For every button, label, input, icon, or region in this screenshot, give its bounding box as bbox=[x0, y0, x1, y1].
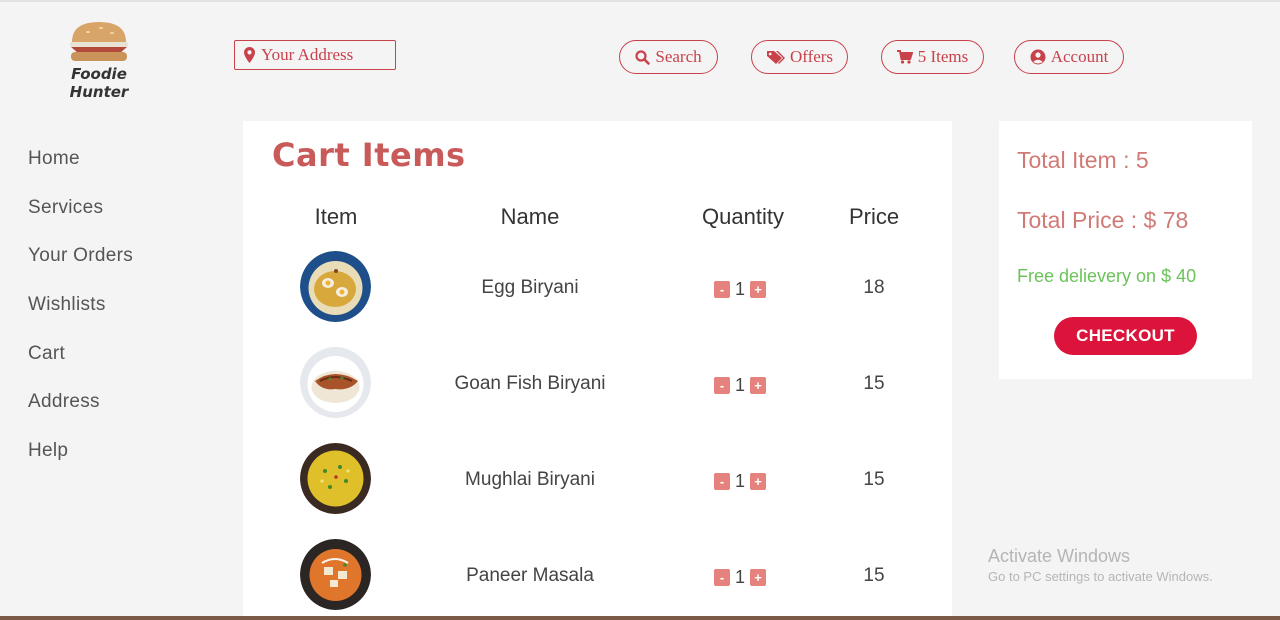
search-label: Search bbox=[655, 47, 702, 66]
quantity-stepper: - 1 + bbox=[714, 567, 766, 588]
item-name: Mughlai Biryani bbox=[465, 469, 595, 490]
item-price: 15 bbox=[863, 373, 885, 394]
item-price: 15 bbox=[863, 565, 885, 586]
goan-fish-biryani-image bbox=[300, 347, 371, 418]
account-button[interactable]: Account bbox=[1014, 40, 1124, 74]
order-summary: Total Item : 5 Total Price : $ 78 Free d… bbox=[999, 121, 1252, 379]
sidebar-item-home[interactable]: Home bbox=[28, 146, 133, 195]
quantity-value: 1 bbox=[734, 375, 745, 395]
sandwich-icon bbox=[70, 22, 128, 61]
increase-quantity-button[interactable]: + bbox=[750, 281, 766, 298]
account-label: Account bbox=[1050, 47, 1109, 66]
total-items: Total Item : 5 bbox=[1017, 147, 1149, 173]
item-name: Goan Fish Biryani bbox=[454, 373, 606, 394]
cart-icon bbox=[896, 50, 913, 64]
offers-label: Offers bbox=[789, 47, 834, 66]
egg-biryani-image bbox=[300, 251, 371, 322]
decrease-quantity-button[interactable]: - bbox=[714, 569, 730, 586]
cart-items-label: 5 Items bbox=[917, 47, 969, 66]
activate-windows-subtitle: Go to PC settings to activate Windows. bbox=[988, 569, 1213, 584]
quantity-value: 1 bbox=[734, 279, 745, 299]
cart-row: Goan Fish Biryani - 1 + 15 bbox=[243, 347, 952, 427]
top-border bbox=[0, 0, 1280, 2]
address-input[interactable]: Your Address bbox=[234, 40, 396, 70]
column-header-price: Price bbox=[848, 204, 900, 229]
tags-icon bbox=[766, 50, 785, 64]
address-placeholder: Your Address bbox=[261, 45, 354, 64]
quantity-stepper: - 1 + bbox=[714, 279, 766, 300]
item-price: 18 bbox=[863, 277, 885, 298]
increase-quantity-button[interactable]: + bbox=[750, 569, 766, 586]
sidebar-item-wishlists[interactable]: Wishlists bbox=[28, 292, 133, 341]
sidebar-item-cart[interactable]: Cart bbox=[28, 341, 133, 390]
sidebar-item-your-orders[interactable]: Your Orders bbox=[28, 243, 133, 292]
search-button[interactable]: Search bbox=[619, 40, 718, 74]
mughlai-biryani-image bbox=[300, 443, 371, 514]
total-price: Total Price : $ 78 bbox=[1017, 207, 1189, 233]
column-header-item: Item bbox=[314, 204, 358, 229]
cart-row: Egg Biryani - 1 + 18 bbox=[243, 251, 952, 331]
increase-quantity-button[interactable]: + bbox=[750, 377, 766, 394]
brand-name: Foodie Hunter bbox=[69, 65, 129, 101]
paneer-masala-image bbox=[300, 539, 371, 610]
quantity-value: 1 bbox=[734, 567, 745, 587]
sidebar: Home Services Your Orders Wishlists Cart… bbox=[28, 146, 133, 487]
sidebar-item-services[interactable]: Services bbox=[28, 195, 133, 244]
cart-row: Paneer Masala - 1 + 15 bbox=[243, 539, 952, 619]
cart-row: Mughlai Biryani - 1 + 15 bbox=[243, 443, 952, 523]
item-name: Paneer Masala bbox=[466, 565, 594, 586]
decrease-quantity-button[interactable]: - bbox=[714, 473, 730, 490]
increase-quantity-button[interactable]: + bbox=[750, 473, 766, 490]
cart-title: Cart Items bbox=[272, 136, 466, 174]
sidebar-item-address[interactable]: Address bbox=[28, 389, 133, 438]
quantity-stepper: - 1 + bbox=[714, 471, 766, 492]
decrease-quantity-button[interactable]: - bbox=[714, 377, 730, 394]
cart-panel: Cart Items Item Name Quantity Price Egg … bbox=[243, 121, 952, 616]
decrease-quantity-button[interactable]: - bbox=[714, 281, 730, 298]
search-icon bbox=[635, 49, 651, 65]
sidebar-item-help[interactable]: Help bbox=[28, 438, 133, 487]
item-name: Egg Biryani bbox=[481, 277, 579, 298]
logo[interactable]: Foodie Hunter bbox=[44, 20, 154, 101]
checkout-button[interactable]: CHECKOUT bbox=[1054, 317, 1197, 355]
taskbar-edge bbox=[0, 616, 1280, 620]
cart-button[interactable]: 5 Items bbox=[881, 40, 984, 74]
column-header-name: Name bbox=[500, 204, 560, 229]
quantity-stepper: - 1 + bbox=[714, 375, 766, 396]
map-marker-icon bbox=[244, 47, 255, 63]
column-header-quantity: Quantity bbox=[702, 204, 784, 229]
free-delivery-note: Free delievery on $ 40 bbox=[1017, 266, 1197, 286]
quantity-value: 1 bbox=[734, 471, 745, 491]
offers-button[interactable]: Offers bbox=[751, 40, 848, 74]
activate-windows-title: Activate Windows bbox=[988, 546, 1131, 566]
user-circle-icon bbox=[1030, 49, 1046, 65]
item-price: 15 bbox=[863, 469, 885, 490]
